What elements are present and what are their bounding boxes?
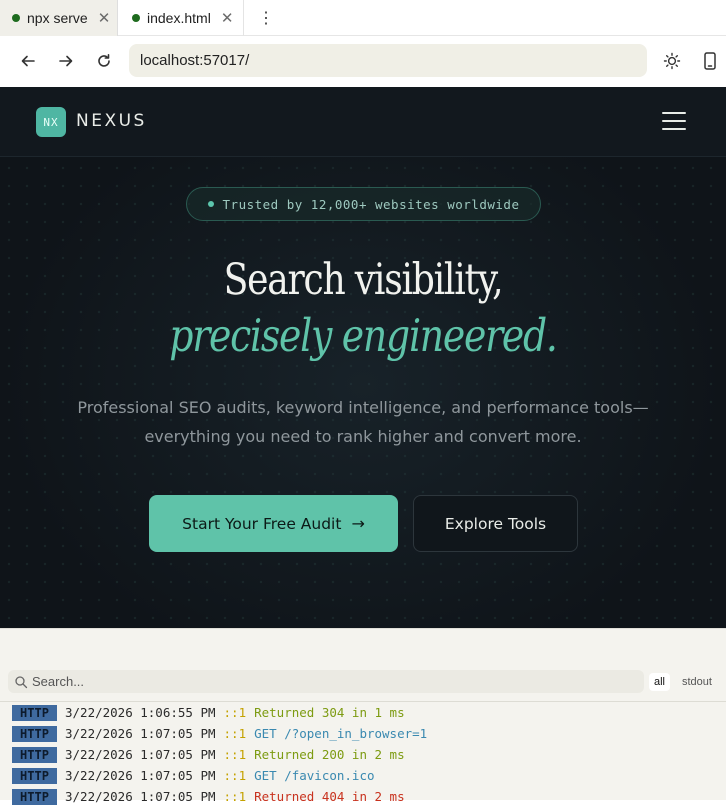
filter-stdout[interactable]: stdout [677, 673, 717, 691]
logo-mark[interactable]: NX [36, 107, 66, 137]
log-address: ::1 [223, 726, 247, 741]
hamburger-menu-icon[interactable] [662, 112, 686, 132]
tab-strip: npx serve ✕ index.html ✕ ⋮ [0, 0, 726, 36]
log-tag: HTTP [12, 788, 57, 805]
browser-toolbar: localhost:57017/ [0, 36, 726, 87]
tab-index-html[interactable]: index.html ✕ [120, 0, 244, 36]
log-row: HTTP 3/22/2026 1:07:05 PM ::1 GET /favic… [0, 765, 726, 786]
trust-badge: Trusted by 12,000+ websites worldwide [186, 187, 541, 221]
tab-status-dot-icon [132, 14, 140, 22]
log-address: ::1 [223, 768, 247, 783]
tab-npx-serve[interactable]: npx serve ✕ [0, 0, 118, 36]
terminal-panel: Search... all stdout HTTP 3/22/2026 1:06… [0, 628, 726, 805]
log-message: Returned 304 in 1 ms [254, 705, 405, 720]
log-message: Returned 200 in 2 ms [254, 747, 405, 762]
search-placeholder: Search... [32, 674, 85, 689]
tab-label: index.html [147, 10, 211, 26]
close-icon[interactable]: ✕ [221, 9, 234, 27]
log-search-input[interactable]: Search... [8, 670, 644, 693]
log-timestamp: 3/22/2026 1:07:05 PM [65, 768, 216, 783]
log-timestamp: 3/22/2026 1:07:05 PM [65, 789, 216, 804]
logo-text[interactable]: NEXUS [76, 111, 147, 131]
hero-subtext-line: Professional SEO audits, keyword intelli… [77, 398, 649, 417]
log-address: ::1 [223, 747, 247, 762]
filter-all[interactable]: all [649, 673, 671, 691]
log-message: GET /favicon.ico [254, 768, 375, 783]
log-message: Returned 404 in 2 ms [254, 789, 405, 804]
explore-tools-button[interactable]: Explore Tools [413, 495, 578, 552]
url-text: localhost:57017/ [140, 52, 250, 69]
log-list: HTTP 3/22/2026 1:06:55 PM ::1 Returned 3… [0, 701, 726, 807]
hero-subtext: Professional SEO audits, keyword intelli… [60, 393, 666, 451]
hero-headline-accent: precisely engineered. [169, 309, 558, 362]
log-address: ::1 [223, 705, 247, 720]
close-icon[interactable]: ✕ [98, 9, 111, 27]
more-menu-icon[interactable]: ⋮ [258, 0, 274, 36]
start-free-audit-button[interactable]: Start Your Free Audit → [149, 495, 398, 552]
back-arrow-icon[interactable] [16, 49, 40, 73]
sun-icon[interactable] [660, 49, 684, 73]
log-timestamp: 3/22/2026 1:07:05 PM [65, 747, 216, 762]
tab-status-dot-icon [12, 14, 20, 22]
hero-headline: Search visibility, [223, 255, 504, 305]
tab-label: npx serve [27, 10, 88, 26]
log-row: HTTP 3/22/2026 1:06:55 PM ::1 Returned 3… [0, 702, 726, 723]
hero-subtext-line: everything you need to rank higher and c… [144, 427, 582, 446]
mobile-device-icon[interactable] [698, 49, 722, 73]
trust-badge-text: Trusted by 12,000+ websites worldwide [222, 196, 520, 212]
button-label: Explore Tools [444, 514, 547, 533]
log-timestamp: 3/22/2026 1:06:55 PM [65, 705, 216, 720]
search-icon [15, 675, 28, 688]
site-header: NX NEXUS [0, 87, 726, 157]
log-row: HTTP 3/22/2026 1:07:05 PM ::1 GET /?open… [0, 723, 726, 744]
log-message: GET /?open_in_browser=1 [254, 726, 428, 741]
log-timestamp: 3/22/2026 1:07:05 PM [65, 726, 216, 741]
badge-dot-icon [207, 201, 214, 207]
arrow-right-icon: → [351, 514, 365, 533]
button-label: Start Your Free Audit [182, 514, 342, 533]
page-viewport: NX NEXUS Trusted by 12,000+ websites wor… [0, 87, 726, 628]
log-row: HTTP 3/22/2026 1:07:05 PM ::1 Returned 2… [0, 744, 726, 765]
reload-icon[interactable] [92, 49, 116, 73]
url-input[interactable]: localhost:57017/ [129, 44, 647, 77]
log-tag: HTTP [12, 704, 57, 721]
log-tag: HTTP [12, 746, 57, 763]
forward-arrow-icon[interactable] [54, 49, 78, 73]
log-tag: HTTP [12, 767, 57, 784]
log-row: HTTP 3/22/2026 1:07:05 PM ::1 Returned 4… [0, 786, 726, 807]
log-tag: HTTP [12, 725, 57, 742]
log-address: ::1 [223, 789, 247, 804]
